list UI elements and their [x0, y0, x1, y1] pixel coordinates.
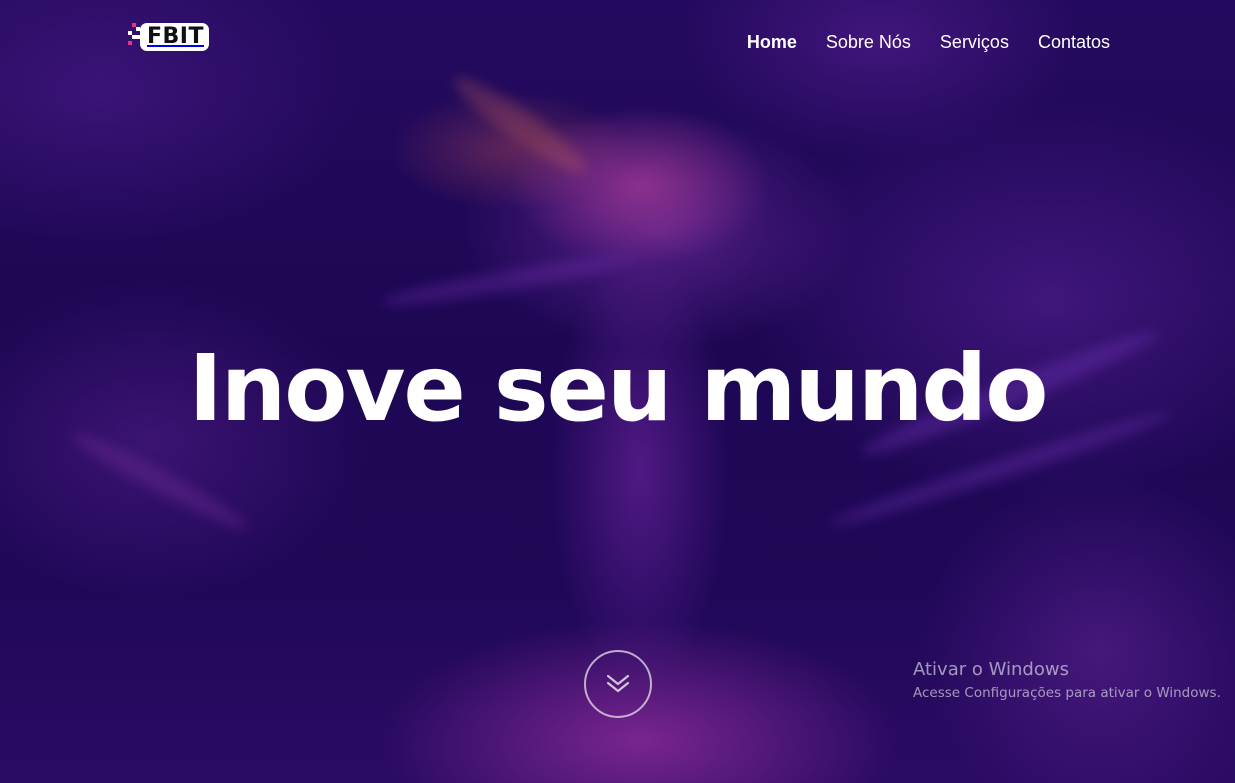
nav-link-servicos[interactable]: Serviços: [940, 32, 1009, 53]
pixel-logo-icon: [128, 23, 140, 51]
logo-badge: FBIT: [140, 23, 209, 51]
nav-menu: Home Sobre Nós Serviços Contatos: [747, 32, 1110, 53]
chevron-double-down-icon: [606, 674, 630, 693]
hero-section: FBIT Home Sobre Nós Serviços Contatos In…: [0, 0, 1235, 783]
hero-headline: Inove seu mundo: [188, 335, 1049, 442]
nav-link-contatos[interactable]: Contatos: [1038, 32, 1110, 53]
windows-activation-watermark: Ativar o Windows Acesse Configurações pa…: [913, 659, 1221, 703]
nav-link-sobre-nos[interactable]: Sobre Nós: [826, 32, 911, 53]
background-streak: [380, 247, 640, 313]
logo-text: FBIT: [147, 24, 204, 49]
activation-title: Ativar o Windows: [913, 659, 1069, 680]
nav-link-home[interactable]: Home: [747, 32, 797, 53]
activation-subtitle: Acesse Configurações para ativar o Windo…: [913, 685, 1221, 701]
site-logo[interactable]: FBIT: [128, 22, 209, 52]
scroll-down-button[interactable]: [584, 650, 652, 718]
navbar: FBIT Home Sobre Nós Serviços Contatos: [0, 0, 1235, 90]
